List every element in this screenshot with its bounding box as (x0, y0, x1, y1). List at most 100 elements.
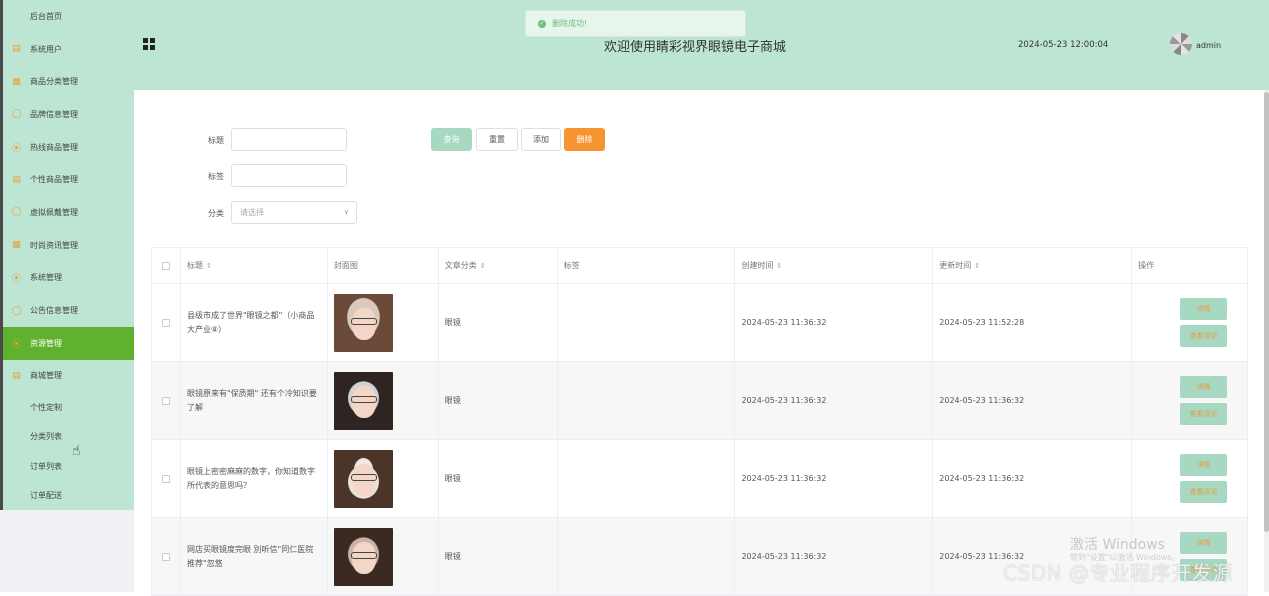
created-cell: 2024-05-23 11:36:32 (735, 518, 934, 595)
column-header-category[interactable]: 文章分类 ⇕ (439, 248, 558, 283)
sidebar-item-system-mgmt[interactable]: ⦿ 系统管理 (3, 262, 134, 295)
sidebar-item-custom-products[interactable]: ▤ 个性商品管理 (3, 163, 134, 196)
chevron-down-icon: ∨ (343, 208, 349, 216)
sidebar-item-label: 系统管理 (30, 273, 62, 283)
tag-cell (558, 518, 736, 595)
sidebar-item-resources[interactable]: ⦿ 资源管理 (3, 326, 134, 360)
tag-cell (558, 440, 736, 517)
sidebar-item-virtual-tryon[interactable]: ◯ 虚拟佩戴管理 (3, 196, 134, 229)
column-header-created[interactable]: 创建时间 ⇕ (735, 248, 934, 283)
sidebar-item-hot-products[interactable]: ⦿ 热线商品管理 (3, 131, 134, 164)
username[interactable]: admin (1196, 41, 1221, 50)
sidebar-item-label: 公告信息管理 (30, 306, 78, 316)
sort-icon[interactable]: ⇕ (206, 259, 212, 273)
sidebar-item-home[interactable]: 后台首页 (3, 0, 134, 33)
avatar[interactable] (1170, 33, 1192, 55)
title-cell: 眼镜原来有"保质期" 还有个冷知识要了解 (181, 362, 328, 439)
header-checkbox-cell (152, 248, 181, 283)
actions-cell: 详情 查看评论 (1132, 362, 1248, 439)
sidebar-item-fashion-news[interactable]: ▩ 时尚资讯管理 (3, 229, 134, 262)
category-select[interactable]: 请选择 ∨ (231, 201, 357, 224)
cover-image (333, 449, 393, 508)
column-header-cover: 封面图 (328, 248, 439, 283)
column-header-updated[interactable]: 更新时间 ⇕ (933, 248, 1133, 283)
updated-cell: 2024-05-23 11:52:28 (933, 284, 1133, 361)
category-cell: 眼镜 (439, 518, 558, 595)
column-header-title[interactable]: 标题 ⇕ (181, 248, 328, 283)
query-button[interactable]: 查询 (431, 128, 472, 151)
sidebar-item-announcements[interactable]: ◯ 公告信息管理 (3, 294, 134, 327)
sidebar-subitem-customization[interactable]: 个性定制 (3, 392, 134, 422)
sidebar-item-label: 个性商品管理 (30, 175, 78, 185)
title-filter-input[interactable] (231, 128, 347, 151)
sort-icon[interactable]: ⇕ (974, 262, 980, 270)
sidebar-subitem-order-delivery[interactable]: 订单配送 (3, 481, 134, 511)
sort-icon[interactable]: ⇕ (480, 262, 486, 270)
sidebar-item-label: 热线商品管理 (30, 142, 78, 152)
column-header-tag: 标签 (558, 248, 736, 283)
tag-cell (558, 362, 736, 439)
current-datetime: 2024-05-23 12:00:04 (1018, 40, 1109, 50)
row-checkbox[interactable] (161, 396, 170, 405)
title-filter-label: 标题 (208, 136, 224, 145)
table-row: 眼镜上密密麻麻的数字，你知道数字所代表的意思吗？ 眼镜 2024-05-23 1… (152, 440, 1248, 518)
tag-filter-label: 标签 (208, 172, 224, 181)
page-scrollbar[interactable] (1264, 90, 1269, 592)
cover-cell (328, 518, 439, 595)
column-label: 标题 (186, 260, 203, 270)
row-checkbox[interactable] (161, 318, 170, 327)
title-cell: 县级市成了世界"眼镜之都"（小商品大产业⑧） (181, 284, 328, 361)
cover-cell (328, 362, 439, 439)
column-header-actions: 操作 (1132, 248, 1248, 283)
column-label: 更新时间 (939, 261, 972, 270)
sidebar: 后台首页 ▤ 系统用户 ▩ 商品分类管理 ◯ 品牌信息管理 ⦿ 热线商品管理 ▤… (3, 0, 134, 510)
view-comments-button[interactable]: 查看评论 (1180, 325, 1228, 347)
sidebar-item-category-mgmt[interactable]: ▩ 商品分类管理 (3, 65, 134, 98)
sidebar-subitem-order-list[interactable]: 订单列表 (3, 451, 134, 481)
sidebar-item-brand-mgmt[interactable]: ◯ 品牌信息管理 (3, 98, 134, 131)
document-icon: ▤ (12, 174, 21, 185)
row-checkbox[interactable] (161, 552, 170, 561)
bar-chart-icon: ▩ (12, 240, 21, 251)
table-row: 县级市成了世界"眼镜之都"（小商品大产业⑧） 眼镜 2024-05-23 11:… (152, 284, 1248, 362)
title-cell: 网店买眼镜度完眼 別听信"同仁医院推荐"忽悠 (181, 518, 328, 595)
tag-filter-input[interactable] (231, 164, 347, 187)
reset-button[interactable]: 重置 (476, 128, 518, 151)
detail-button[interactable]: 详情 (1180, 532, 1228, 554)
sidebar-item-label: 后台首页 (30, 11, 62, 21)
row-checkbox[interactable] (161, 474, 170, 483)
sidebar-subitem-category-list[interactable]: 分类列表 (3, 422, 134, 452)
category-select-placeholder: 请选择 (240, 208, 264, 217)
detail-button[interactable]: 详情 (1180, 454, 1228, 476)
view-comments-button[interactable]: 查看评论 (1180, 403, 1228, 425)
cover-image (333, 371, 393, 430)
category-filter-label: 分类 (208, 209, 224, 218)
sidebar-footer-area (0, 510, 134, 592)
created-cell: 2024-05-23 11:36:32 (735, 284, 934, 361)
select-all-checkbox[interactable] (161, 261, 170, 270)
sidebar-item-label: 系统用户 (30, 44, 62, 54)
category-cell: 眼镜 (439, 440, 558, 517)
row-checkbox-cell (152, 362, 181, 439)
title-cell: 眼镜上密密麻麻的数字，你知道数字所代表的意思吗？ (181, 440, 328, 517)
scrollbar-thumb[interactable] (1264, 92, 1269, 532)
toast-message: 删除成功! (552, 19, 588, 28)
view-comments-button[interactable]: 查看评论 (1180, 481, 1228, 503)
sidebar-item-mall-mgmt[interactable]: ▤ 商城管理 (3, 360, 134, 393)
delete-button[interactable]: 删除 (564, 128, 605, 151)
sidebar-item-system-users[interactable]: ▤ 系统用户 (3, 33, 134, 66)
detail-button[interactable]: 详情 (1180, 376, 1228, 398)
add-button[interactable]: 添加 (521, 128, 561, 151)
updated-cell: 2024-05-23 11:36:32 (933, 362, 1133, 439)
actions-cell: 详情 查看评论 (1132, 284, 1248, 361)
menu-grid-icon[interactable] (143, 38, 155, 50)
created-cell: 2024-05-23 11:36:32 (735, 362, 934, 439)
cover-image (333, 293, 393, 352)
row-checkbox-cell (152, 518, 181, 595)
sidebar-item-label: 商城管理 (30, 371, 62, 381)
sort-icon[interactable]: ⇕ (776, 262, 782, 270)
detail-button[interactable]: 详情 (1180, 298, 1228, 320)
sidebar-item-label: 资源管理 (30, 338, 62, 348)
compass-icon: ⦿ (11, 143, 21, 154)
windows-activation-watermark: 激活 Windows (1070, 537, 1165, 553)
